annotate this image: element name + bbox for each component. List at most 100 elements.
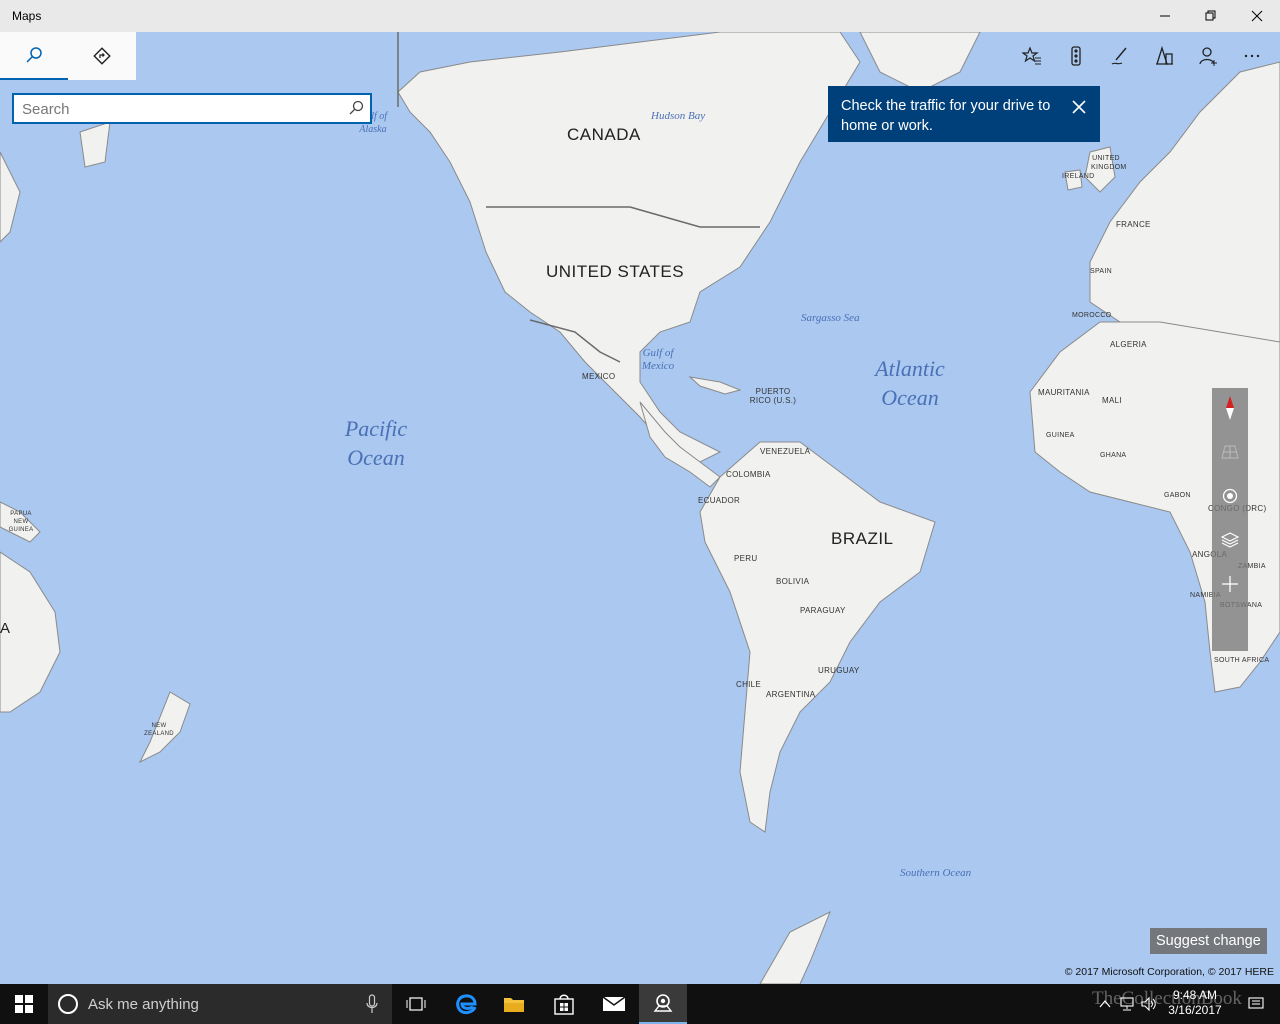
label-sargasso-sea: Sargasso Sea [801, 312, 860, 324]
my-location-button[interactable] [1212, 476, 1248, 516]
favorites-icon [1022, 46, 1041, 65]
chevron-up-icon [1099, 1000, 1111, 1008]
label-chile: CHILE [736, 680, 762, 689]
location-target-icon [1222, 488, 1238, 504]
microphone-icon [366, 994, 378, 1013]
label-argentina: ARGENTINA [766, 690, 816, 699]
mail-icon [602, 996, 626, 1011]
taskbar-store[interactable] [540, 984, 588, 1024]
tilt-button[interactable] [1212, 432, 1248, 472]
taskbar-maps[interactable] [639, 984, 687, 1024]
maps-app-icon [653, 994, 673, 1012]
label-southern-ocean: Southern Ocean [900, 867, 972, 879]
label-ireland: IRELAND [1062, 173, 1095, 180]
search-icon [26, 47, 42, 63]
search-icon [349, 100, 364, 115]
label-atlantic-ocean: Atlantic Ocean [875, 356, 945, 410]
ink-button[interactable] [1098, 32, 1142, 80]
cortana-search-box[interactable]: Ask me anything [48, 984, 392, 1024]
label-peru: PERU [734, 554, 758, 563]
action-center-button[interactable] [1238, 984, 1274, 1024]
copyright-text: © 2017 Microsoft Corporation, © 2017 HER… [1064, 966, 1274, 978]
task-view-button[interactable] [392, 984, 440, 1024]
label-spain: SPAIN [1090, 268, 1112, 275]
map-views-button[interactable] [1212, 520, 1248, 560]
tip-close-button[interactable] [1068, 96, 1090, 118]
label-canada: CANADA [567, 125, 641, 144]
zoom-in-button[interactable] [1212, 564, 1248, 604]
traffic-tip-popup: Check the traffic for your drive to home… [828, 86, 1100, 142]
label-puerto-rico: PUERTO RICO (U.S.) [749, 387, 797, 405]
show-hidden-icons-button[interactable] [1094, 984, 1116, 1024]
label-gabon: GABON [1164, 492, 1191, 499]
start-button[interactable] [0, 984, 48, 1024]
cortana-placeholder: Ask me anything [88, 996, 199, 1013]
label-gulf-of-mexico: Gulf of Mexico [641, 347, 675, 372]
label-united-states: UNITED STATES [546, 262, 685, 281]
ellipsis-icon [1244, 54, 1260, 58]
close-icon [1072, 100, 1086, 114]
top-tab-bar [0, 32, 136, 80]
label-algeria: ALGERIA [1110, 340, 1147, 349]
label-mali: MALI [1102, 396, 1122, 405]
restore-icon [1205, 10, 1216, 21]
notification-icon [1248, 997, 1264, 1009]
directions-icon [93, 47, 111, 65]
label-colombia: COLOMBIA [726, 470, 771, 479]
account-button[interactable] [1186, 32, 1230, 80]
label-bolivia: BOLIVIA [776, 577, 810, 586]
map-controls [1212, 388, 1248, 651]
favorites-button[interactable] [1010, 32, 1054, 80]
tip-text: Check the traffic for your drive to home… [841, 98, 1051, 134]
search-box [12, 93, 372, 124]
clock-time: 9:48 AM [1172, 988, 1218, 1002]
minimize-icon [1160, 15, 1170, 17]
cortana-icon [58, 994, 78, 1014]
layers-icon [1221, 532, 1239, 548]
folder-icon [504, 998, 524, 1012]
search-input[interactable] [22, 99, 342, 119]
suggest-change-button[interactable]: Suggest change [1150, 928, 1267, 954]
label-mexico: MEXICO [582, 372, 616, 381]
minimize-button[interactable] [1142, 0, 1188, 32]
taskbar-mail[interactable] [590, 984, 638, 1024]
person-icon [1199, 47, 1217, 66]
taskbar-edge[interactable] [442, 984, 490, 1024]
tab-directions[interactable] [68, 32, 136, 80]
close-button[interactable] [1234, 0, 1280, 32]
speaker-icon [1141, 997, 1156, 1011]
label-france: FRANCE [1116, 220, 1151, 229]
volume-button[interactable] [1138, 984, 1160, 1024]
store-bag-icon [554, 994, 574, 1015]
map-canvas[interactable]: CANADA UNITED STATES BRAZIL MEXICO PUERT… [0, 32, 1280, 984]
3d-cities-button[interactable] [1142, 32, 1186, 80]
plus-icon [1222, 576, 1238, 592]
label-ecuador: ECUADOR [698, 496, 741, 505]
more-options-button[interactable] [1230, 32, 1274, 80]
search-submit-button[interactable] [348, 100, 364, 121]
label-ghana: GHANA [1100, 452, 1127, 459]
tab-search[interactable] [0, 32, 68, 80]
taskbar-file-explorer[interactable] [490, 984, 538, 1024]
microphone-button[interactable] [366, 994, 378, 1019]
pen-icon [1111, 47, 1127, 65]
label-hudson-bay: Hudson Bay [651, 110, 706, 122]
traffic-button[interactable] [1054, 32, 1098, 80]
close-icon [1251, 10, 1263, 22]
windows-logo-icon [15, 995, 33, 1013]
label-uruguay: URUGUAY [818, 666, 860, 675]
label-paraguay: PARAGUAY [800, 606, 846, 615]
label-south-africa: SOUTH AFRICA [1214, 657, 1270, 664]
restore-button[interactable] [1188, 0, 1234, 32]
system-clock[interactable]: 9:48 AM 3/16/2017 [1160, 988, 1230, 1018]
label-mauritania: MAURITANIA [1038, 388, 1090, 397]
city-icon [1156, 46, 1173, 65]
traffic-light-icon [1071, 46, 1081, 66]
network-button[interactable] [1116, 984, 1138, 1024]
label-venezuela: VENEZUELA [760, 447, 811, 456]
edge-browser-icon [456, 994, 477, 1015]
label-guinea: GUINEA [1046, 432, 1075, 439]
title-bar: Maps [0, 0, 1280, 32]
compass-icon [1226, 396, 1234, 420]
compass-button[interactable] [1212, 388, 1248, 428]
